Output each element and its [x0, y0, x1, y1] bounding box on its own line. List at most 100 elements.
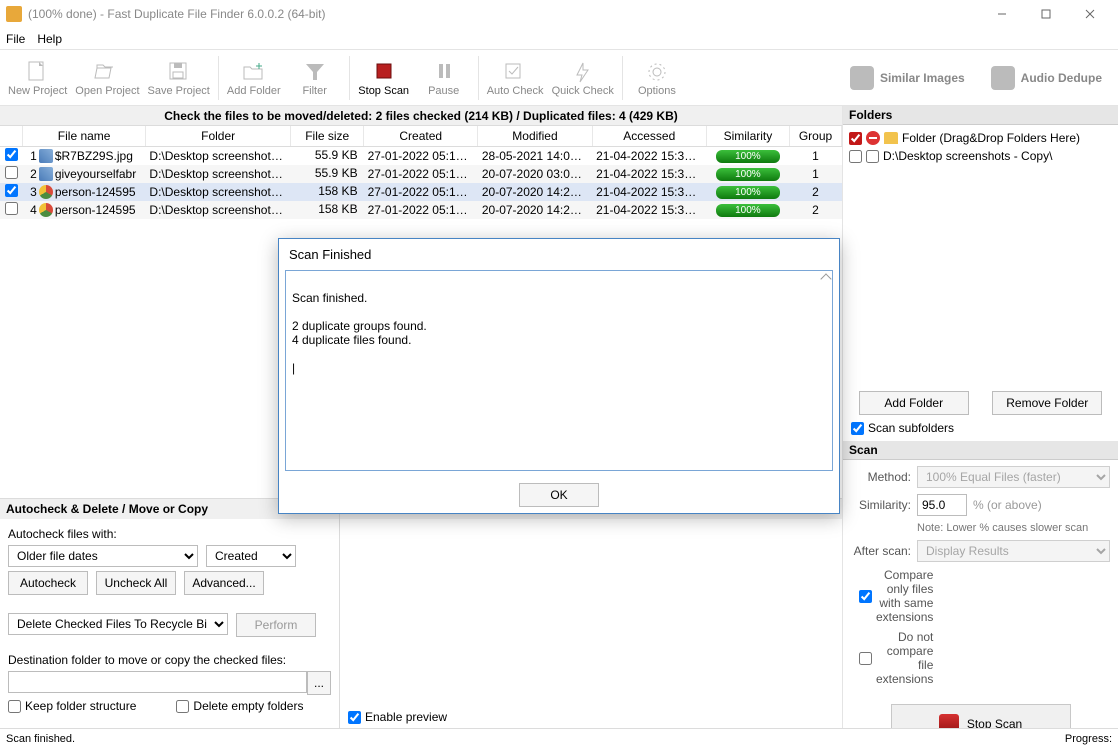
pause-icon [430, 59, 458, 85]
method-select[interactable]: 100% Equal Files (faster) [917, 466, 1110, 488]
size-cell: 158 KB [291, 183, 364, 201]
destination-folder-input[interactable] [8, 671, 307, 693]
stop-scan-big-button[interactable]: Stop Scan [891, 704, 1071, 728]
similarity-label: Similarity: [851, 498, 911, 512]
row-checkbox[interactable] [5, 202, 18, 215]
bottom-panels: Autocheck & Delete / Move or Copy Autoch… [0, 498, 842, 728]
audio-dedupe-label: Audio Dedupe [1021, 71, 1102, 85]
modified-cell: 20-07-2020 14:22:34 [478, 183, 592, 201]
keep-folder-structure-label: Keep folder structure [25, 699, 136, 713]
titlebar: (100% done) - Fast Duplicate File Finder… [0, 0, 1118, 28]
auto-check-button[interactable]: Auto Check [483, 53, 548, 103]
add-folder-side-button[interactable]: Add Folder [859, 391, 969, 415]
maximize-button[interactable] [1024, 0, 1068, 28]
save-project-button[interactable]: Save Project [144, 53, 214, 103]
delete-empty-folders-label: Delete empty folders [193, 699, 303, 713]
similarity-input[interactable] [917, 494, 967, 516]
perform-button[interactable]: Perform [236, 613, 316, 637]
dialog-body[interactable]: Scan finished. 2 duplicate groups found.… [285, 270, 833, 471]
minimize-button[interactable] [980, 0, 1024, 28]
new-project-button[interactable]: New Project [4, 53, 71, 103]
folder-path-check2[interactable] [866, 150, 879, 163]
table-row[interactable]: 2giveyourselfabrD:\Desktop screenshots -… [0, 165, 842, 183]
file-type-icon [39, 203, 53, 217]
folders-list[interactable]: Folder (Drag&Drop Folders Here) D:\Deskt… [843, 125, 1118, 385]
group-cell: 2 [789, 183, 841, 201]
folder-icon [884, 132, 898, 144]
remove-folder-button[interactable]: Remove Folder [992, 391, 1102, 415]
close-button[interactable] [1068, 0, 1112, 28]
older-file-dates-select[interactable]: Older file dates [8, 545, 198, 567]
browse-destination-button[interactable]: ... [307, 671, 331, 695]
stop-scan-button[interactable]: Stop Scan [354, 53, 414, 103]
enable-preview-checkbox[interactable] [348, 711, 361, 724]
row-checkbox[interactable] [5, 148, 18, 161]
row-checkbox[interactable] [5, 184, 18, 197]
quick-check-button[interactable]: Quick Check [548, 53, 618, 103]
folder-actions: Add Folder Remove Folder Scan subfolders [843, 385, 1118, 441]
scan-subfolders-checkbox[interactable] [851, 422, 864, 435]
menu-file[interactable]: File [6, 32, 25, 46]
col-group[interactable]: Group [789, 126, 841, 146]
accessed-cell: 21-04-2022 15:39:40 [592, 201, 706, 219]
col-folder[interactable]: Folder [145, 126, 290, 146]
pause-button[interactable]: Pause [414, 53, 474, 103]
autocheck-panel: Autocheck & Delete / Move or Copy Autoch… [0, 499, 340, 728]
file-name: $R7BZ29S.jpg [55, 149, 133, 163]
add-folder-icon [240, 59, 268, 85]
scan-fields: Method: 100% Equal Files (faster) Simila… [843, 460, 1118, 728]
open-project-label: Open Project [75, 85, 139, 97]
filter-button[interactable]: Filter [285, 53, 345, 103]
auto-check-icon [501, 59, 529, 85]
new-project-label: New Project [8, 85, 67, 97]
advanced-button[interactable]: Advanced... [184, 571, 264, 595]
col-accessed[interactable]: Accessed [592, 126, 706, 146]
folder-path-row[interactable]: D:\Desktop screenshots - Copy\ [849, 147, 1112, 165]
scan-finished-dialog: Scan Finished Scan finished. 2 duplicate… [278, 238, 840, 514]
similarity-note: Note: Lower % causes slower scan [917, 522, 1110, 534]
group-cell: 1 [789, 146, 841, 165]
filter-icon [301, 59, 329, 85]
row-checkbox[interactable] [5, 166, 18, 179]
open-project-button[interactable]: Open Project [71, 53, 143, 103]
folder-path-check1[interactable] [849, 150, 862, 163]
col-checkbox[interactable] [0, 126, 23, 146]
dont-compare-ext-checkbox[interactable] [859, 652, 872, 665]
table-row[interactable]: 4person-124595D:\Desktop screenshots -..… [0, 201, 842, 219]
created-select[interactable]: Created [206, 545, 296, 567]
scroll-up-icon[interactable] [820, 273, 831, 284]
table-row[interactable]: 1$R7BZ29S.jpgD:\Desktop screenshots -...… [0, 146, 842, 165]
folder-cell: D:\Desktop screenshots -... [145, 183, 290, 201]
app-icon [6, 6, 22, 22]
delete-action-select[interactable]: Delete Checked Files To Recycle Bin [8, 613, 228, 635]
stop-scan-big-label: Stop Scan [967, 717, 1022, 728]
menu-help[interactable]: Help [37, 32, 62, 46]
delete-empty-folders-checkbox[interactable] [176, 700, 189, 713]
window-title: (100% done) - Fast Duplicate File Finder… [28, 7, 325, 21]
add-folder-button[interactable]: Add Folder [223, 53, 285, 103]
ok-button[interactable]: OK [519, 483, 599, 507]
quick-check-icon [569, 59, 597, 85]
after-scan-select[interactable]: Display Results [917, 540, 1110, 562]
col-filesize[interactable]: File size [291, 126, 364, 146]
audio-dedupe-link[interactable]: Audio Dedupe [991, 66, 1102, 90]
created-cell: 27-01-2022 05:13:38 [364, 165, 478, 183]
options-button[interactable]: Options [627, 53, 687, 103]
table-row[interactable]: 3person-124595D:\Desktop screenshots -..… [0, 183, 842, 201]
folder-check-red[interactable] [849, 132, 862, 145]
similar-images-link[interactable]: Similar Images [850, 66, 965, 90]
toolbar-separator [622, 56, 623, 100]
folder-dragdrop-row: Folder (Drag&Drop Folders Here) [849, 129, 1112, 147]
compare-same-ext-checkbox[interactable] [859, 590, 872, 603]
dialog-footer: OK [279, 477, 839, 513]
col-created[interactable]: Created [364, 126, 478, 146]
group-cell: 2 [789, 201, 841, 219]
options-icon [643, 59, 671, 85]
autocheck-button[interactable]: Autocheck [8, 571, 88, 595]
keep-folder-structure-checkbox[interactable] [8, 700, 21, 713]
uncheck-all-button[interactable]: Uncheck All [96, 571, 176, 595]
col-similarity[interactable]: Similarity [706, 126, 789, 146]
col-modified[interactable]: Modified [478, 126, 592, 146]
col-filename[interactable]: File name [23, 126, 146, 146]
compare-same-ext-label: Compare only files with same extensions [876, 568, 933, 624]
